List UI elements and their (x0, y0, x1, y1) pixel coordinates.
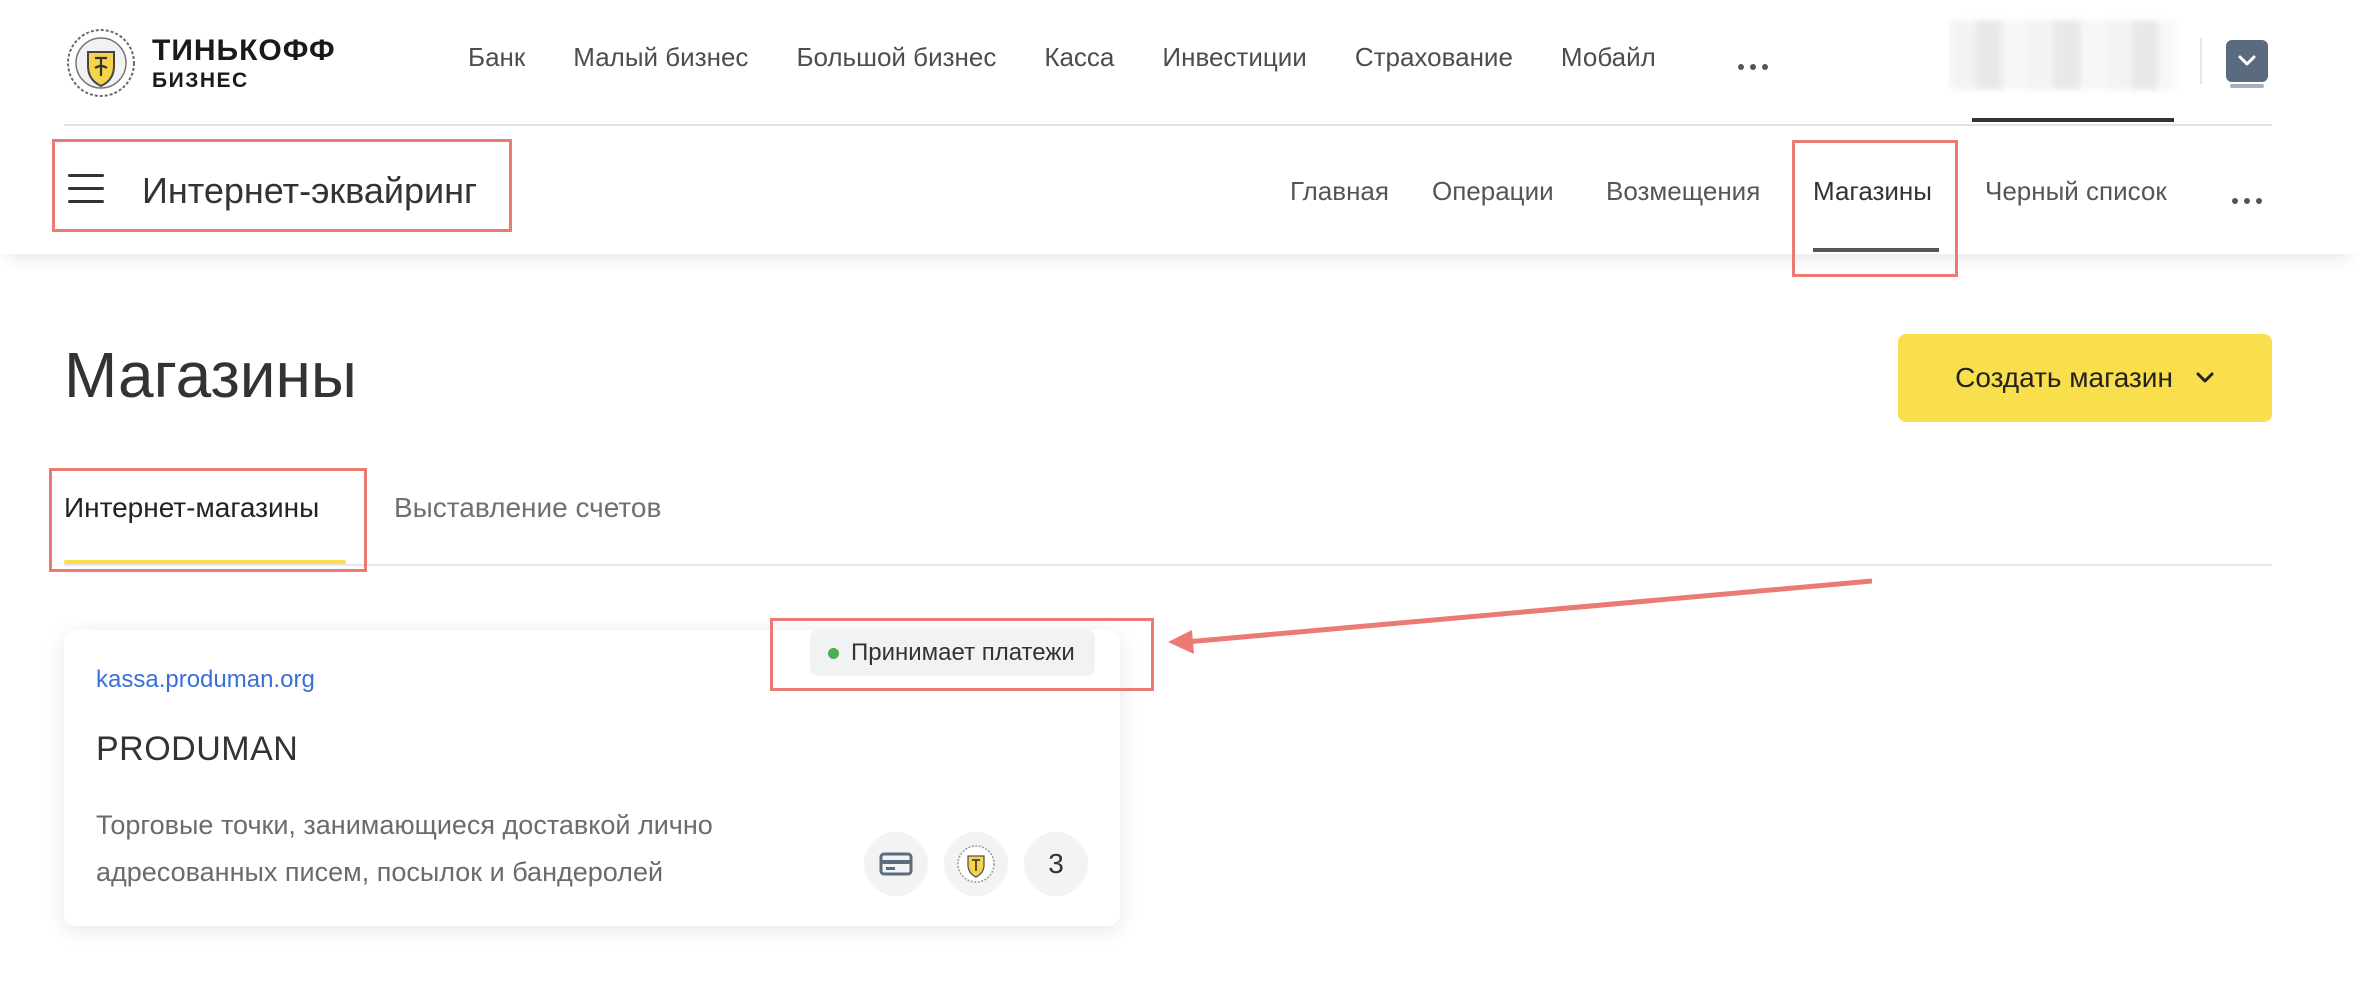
top-nav: Банк Малый бизнес Большой бизнес Касса И… (468, 42, 1704, 73)
brand-wordmark: ТИНЬКОФФ БИЗНЕС (152, 33, 336, 92)
more-methods-count[interactable]: 3 (1024, 832, 1088, 896)
brand-line2: БИЗНЕС (152, 68, 249, 92)
tinkoff-emblem-icon (957, 845, 995, 883)
top-nav-investments[interactable]: Инвестиции (1162, 42, 1306, 73)
section-nav-stores[interactable]: Магазины (1813, 176, 1932, 207)
store-status-badge: Принимает платежи (810, 630, 1095, 676)
tinkoff-pay-method[interactable] (944, 832, 1008, 896)
section-nav-active-underline (1813, 248, 1939, 252)
tab-active-underline (64, 560, 346, 564)
create-store-button[interactable]: Создать магазин (1898, 334, 2272, 422)
store-name: PRODUMAN (96, 730, 299, 768)
user-profile-blurred[interactable] (1950, 20, 2176, 90)
section-title: Интернет-эквайринг (142, 170, 478, 211)
chevron-down-icon (2196, 372, 2214, 383)
top-nav-bank[interactable]: Банк (468, 42, 525, 73)
store-payment-methods: 3 (864, 832, 1088, 896)
top-nav-insurance[interactable]: Страхование (1355, 42, 1513, 73)
brand-logo[interactable]: ТИНЬКОФФ БИЗНЕС (64, 28, 336, 98)
section-nav-operations[interactable]: Операции (1432, 176, 1554, 207)
store-description: Торговые точки, занимающиеся доставкой л… (96, 810, 713, 887)
top-nav-mobile[interactable]: Мобайл (1561, 42, 1656, 73)
section-nav-blacklist[interactable]: Черный список (1985, 176, 2167, 207)
store-status-text: Принимает платежи (851, 639, 1075, 666)
tab-online-stores[interactable]: Интернет-магазины (64, 492, 319, 524)
brand-line1: ТИНЬКОФФ (152, 33, 336, 67)
section-header: Интернет-эквайринг Главная Операции Возм… (0, 126, 2358, 254)
store-domain-link[interactable]: kassa.produman.org (96, 666, 315, 694)
header-divider (2200, 38, 2202, 84)
credit-card-method[interactable] (864, 832, 928, 896)
top-nav-big-business[interactable]: Большой бизнес (796, 42, 996, 73)
create-store-label: Создать магазин (1955, 362, 2173, 393)
section-nav-more-icon[interactable] (2232, 188, 2262, 214)
account-switcher-button[interactable] (2226, 40, 2268, 88)
top-nav-more-icon[interactable] (1738, 54, 1768, 80)
tinkoff-emblem-icon (67, 29, 135, 97)
store-type-tabs: Интернет-магазины Выставление счетов (64, 480, 2272, 566)
section-nav-refunds[interactable]: Возмещения (1606, 176, 1760, 207)
status-dot-icon (828, 647, 839, 659)
top-header: ТИНЬКОФФ БИЗНЕС Банк Малый бизнес Большо… (0, 0, 2358, 124)
section-nav-main[interactable]: Главная (1290, 176, 1389, 207)
profile-active-underline (1972, 118, 2174, 122)
top-nav-small-business[interactable]: Малый бизнес (573, 42, 748, 73)
hamburger-icon[interactable] (68, 174, 104, 204)
tab-invoicing[interactable]: Выставление счетов (394, 492, 661, 524)
top-nav-kassa[interactable]: Касса (1044, 42, 1114, 73)
chevron-down-icon (2238, 55, 2256, 66)
credit-card-icon (879, 852, 913, 876)
page-title: Магазины (64, 339, 357, 411)
